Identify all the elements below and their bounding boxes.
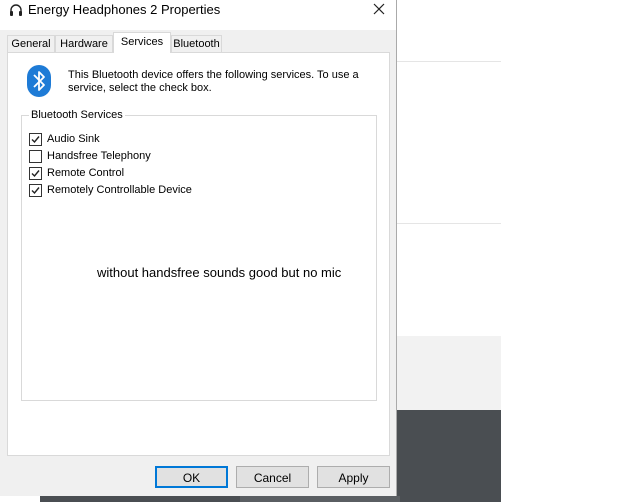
checkmark-icon xyxy=(31,186,40,194)
services-panel: This Bluetooth device offers the followi… xyxy=(7,52,390,456)
handsfree-telephony-checkbox[interactable] xyxy=(29,149,42,163)
close-button[interactable] xyxy=(362,0,396,22)
service-handsfree-telephony[interactable]: Handsfree Telephony xyxy=(29,149,151,163)
tab-general[interactable]: General xyxy=(7,35,55,52)
remote-control-checkbox[interactable] xyxy=(29,166,42,180)
window-title: Energy Headphones 2 Properties xyxy=(28,2,221,17)
user-annotation-text: without handsfree sounds good but no mic xyxy=(97,265,342,280)
service-remote-control[interactable]: Remote Control xyxy=(29,166,124,180)
remotely-controllable-device-checkbox[interactable] xyxy=(29,183,42,197)
background-divider xyxy=(397,223,501,224)
apply-button[interactable]: Apply xyxy=(317,466,390,488)
background-divider xyxy=(397,61,501,62)
tab-services[interactable]: Services xyxy=(113,32,171,53)
background-panel xyxy=(397,336,501,410)
close-icon xyxy=(373,2,385,20)
audio-sink-checkbox[interactable] xyxy=(29,132,42,146)
checkmark-icon xyxy=(31,135,40,143)
tab-bluetooth[interactable]: Bluetooth xyxy=(171,35,222,52)
services-description: This Bluetooth device offers the followi… xyxy=(68,69,359,94)
properties-dialog: Energy Headphones 2 Properties General H… xyxy=(0,0,397,496)
service-label: Handsfree Telephony xyxy=(47,150,151,162)
background-taskbar-area xyxy=(240,496,400,502)
cancel-button[interactable]: Cancel xyxy=(236,466,309,488)
service-remotely-controllable-device[interactable]: Remotely Controllable Device xyxy=(29,183,192,197)
group-label: Bluetooth Services xyxy=(29,108,125,122)
background-taskbar-area xyxy=(40,496,240,502)
service-label: Remote Control xyxy=(47,167,125,179)
bluetooth-icon xyxy=(27,65,51,97)
title-bar[interactable]: Energy Headphones 2 Properties xyxy=(0,0,396,30)
service-audio-sink[interactable]: Audio Sink xyxy=(29,132,100,146)
tab-hardware[interactable]: Hardware xyxy=(55,35,113,52)
bluetooth-services-group: Bluetooth Services Audio Sink Handsfree … xyxy=(21,108,377,401)
background-taskbar-area xyxy=(397,410,501,502)
service-label: Remotely Controllable Device xyxy=(47,184,192,196)
checkmark-icon xyxy=(31,169,40,177)
headphones-icon xyxy=(8,2,24,18)
service-label: Audio Sink xyxy=(47,133,100,145)
ok-button[interactable]: OK xyxy=(155,466,228,488)
